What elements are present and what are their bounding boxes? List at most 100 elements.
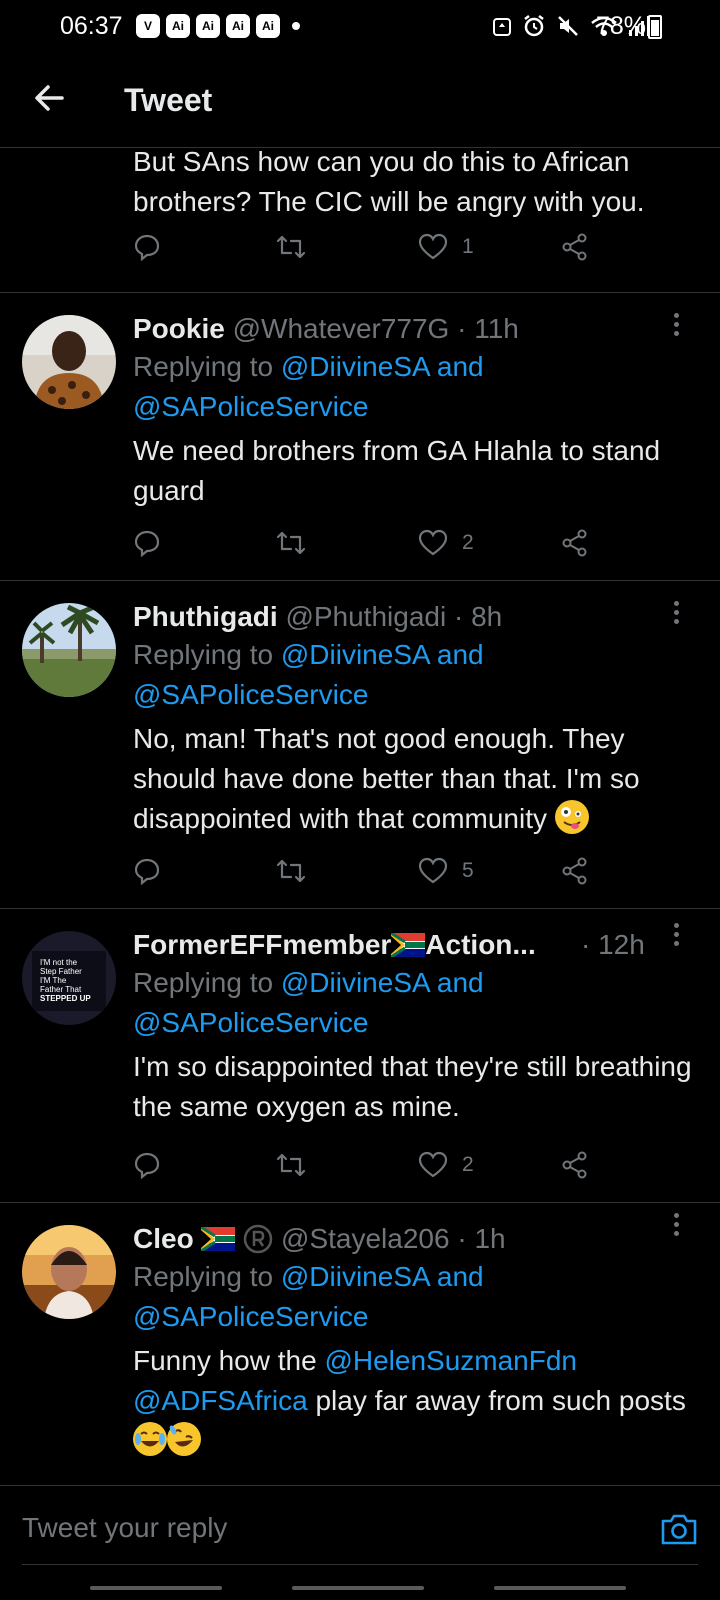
reply-button[interactable]	[133, 233, 161, 261]
share-button[interactable]	[561, 857, 589, 885]
battery-icon	[648, 15, 662, 39]
more-options-button[interactable]	[672, 313, 680, 340]
heart-icon	[418, 529, 448, 556]
replying-to-line2: @SAPoliceService	[133, 387, 696, 427]
replying-to-link[interactable]: @SAPoliceService	[133, 391, 368, 422]
display-name-suffix: Action...	[425, 929, 536, 960]
heart-icon	[418, 1151, 448, 1178]
tweet-item[interactable]: But SAns how can you do this to African …	[0, 149, 720, 293]
avatar[interactable]	[22, 603, 116, 697]
app-notification-icon: Ai	[166, 14, 190, 38]
display-name[interactable]: Pookie	[133, 313, 225, 344]
tweet-item[interactable]: I'M not the Step Father I'M The Father T…	[0, 909, 720, 1203]
zany-face-emoji	[554, 800, 589, 834]
tweet-actions: 2	[133, 1151, 613, 1185]
avatar-text: I'M not the	[40, 958, 78, 967]
tweet-header: Pookie @Whatever777G · 11h	[133, 313, 696, 345]
share-icon	[562, 529, 587, 557]
tweet-text-container: No, man! That's not good enough. They sh…	[133, 719, 696, 839]
tweet-text: We need brothers from GA Hlahla to stand…	[133, 435, 661, 506]
avatar[interactable]: I'M not the Step Father I'M The Father T…	[22, 931, 116, 1025]
retweet-button[interactable]	[275, 857, 307, 885]
replies-feed[interactable]: But SAns how can you do this to African …	[0, 149, 720, 1485]
retweet-icon	[276, 859, 306, 883]
more-options-button[interactable]	[672, 601, 680, 628]
display-name[interactable]: Cleo	[133, 1223, 194, 1254]
more-options-button[interactable]	[672, 923, 680, 950]
camera-button[interactable]	[660, 1512, 698, 1546]
tweet-actions: 2	[133, 529, 613, 563]
replying-to-link[interactable]: @DiivineSA and	[281, 967, 484, 998]
registered-icon	[243, 1224, 273, 1254]
replying-to-link[interactable]: @SAPoliceService	[133, 1301, 368, 1332]
app-notification-icon: Ai	[226, 14, 250, 38]
tweet-item[interactable]: Pookie @Whatever777G · 11h Replying to @…	[0, 293, 720, 581]
replying-to: Replying to @DiivineSA and	[133, 1261, 484, 1292]
page-title: Tweet	[124, 82, 213, 118]
nav-gesture-home[interactable]	[292, 1586, 424, 1590]
avatar[interactable]	[22, 1225, 116, 1319]
replying-to-link[interactable]: @DiivineSA and	[281, 1261, 484, 1292]
reply-input[interactable]	[22, 1512, 582, 1544]
user-handle: @Whatever777G	[232, 313, 450, 344]
share-button[interactable]	[561, 529, 589, 557]
tweet-actions: 5	[133, 857, 613, 891]
like-button[interactable]: 5	[418, 857, 474, 885]
like-button[interactable]: 2	[418, 1151, 474, 1179]
south-africa-flag-emoji	[200, 1225, 236, 1253]
retweet-icon	[276, 235, 306, 259]
replying-to-link[interactable]: @DiivineSA and	[281, 351, 484, 382]
retweet-button[interactable]	[275, 233, 307, 261]
tweet-text: I'm so disappointed that they're still b…	[133, 1051, 692, 1122]
alarm-icon	[524, 15, 544, 37]
share-button[interactable]	[561, 1151, 589, 1179]
tweet-text-part: play far away from such posts	[307, 1385, 686, 1416]
retweet-button[interactable]	[275, 1151, 307, 1179]
mention-link[interactable]: @HelenSuzmanFdn	[324, 1345, 577, 1376]
replying-to-line2: @SAPoliceService	[133, 1297, 696, 1337]
heart-icon	[418, 233, 448, 260]
retweet-button[interactable]	[275, 529, 307, 557]
more-options-button[interactable]	[672, 1213, 680, 1240]
status-bar: 06:37 V Ai Ai Ai Ai 78%	[0, 0, 720, 56]
replying-to-link[interactable]: @SAPoliceService	[133, 1007, 368, 1038]
like-count: 5	[462, 859, 474, 882]
replying-to-link[interactable]: @SAPoliceService	[133, 679, 368, 710]
like-button[interactable]: 2	[418, 529, 474, 557]
replying-to-link[interactable]: @DiivineSA and	[281, 639, 484, 670]
tweet-header: FormerEFFmember Action... · 12h	[133, 929, 696, 961]
like-button[interactable]: 1	[418, 233, 474, 261]
tweet-header: Cleo @Stayela206 · 1h	[133, 1223, 696, 1255]
app-notification-icon: Ai	[256, 14, 280, 38]
reply-button[interactable]	[133, 1151, 161, 1179]
nfc-icon	[493, 18, 511, 36]
reply-composer	[0, 1485, 720, 1600]
avatar[interactable]	[22, 315, 116, 409]
comment-icon	[134, 530, 160, 557]
tweet-header: Phuthigadi @Phuthigadi · 8h	[133, 601, 696, 633]
more-notifications-dot	[292, 22, 300, 30]
svg-text:Step Father: Step Father	[40, 967, 82, 976]
back-button[interactable]	[28, 76, 72, 120]
battery-percentage: 78%	[596, 12, 647, 40]
mention-link[interactable]: @ADFSAfrica	[133, 1385, 308, 1416]
reply-button[interactable]	[133, 857, 161, 885]
comment-icon	[134, 858, 160, 885]
replying-to: Replying to @DiivineSA and	[133, 967, 484, 998]
svg-text:I'M The: I'M The	[40, 976, 67, 985]
replying-to: Replying to @DiivineSA and	[133, 351, 484, 382]
tweet-text-part: Funny how the	[133, 1345, 325, 1376]
tweet-item[interactable]: Cleo @Stayela206 · 1h Replying to @Diivi…	[0, 1203, 720, 1485]
tweet-time: · 8h	[453, 601, 503, 632]
notification-icons: V Ai Ai Ai Ai	[136, 14, 300, 38]
nav-gesture-left	[90, 1586, 222, 1590]
display-name[interactable]: FormerEFFmember	[133, 929, 391, 960]
tweet-item[interactable]: Phuthigadi @Phuthigadi · 8h Replying to …	[0, 581, 720, 909]
share-button[interactable]	[561, 233, 589, 261]
like-count: 2	[462, 531, 474, 554]
reply-button[interactable]	[133, 529, 161, 557]
retweet-icon	[276, 1153, 306, 1177]
app-notification-icon: Ai	[196, 14, 220, 38]
tweet-actions: 1	[133, 233, 613, 267]
display-name[interactable]: Phuthigadi	[133, 601, 278, 632]
